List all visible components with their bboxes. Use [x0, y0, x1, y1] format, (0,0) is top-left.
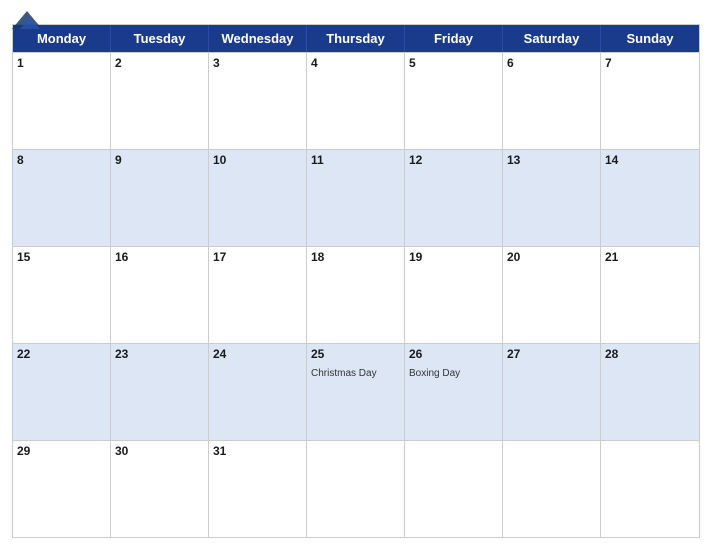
day-cell: 23 — [111, 344, 209, 440]
day-number: 31 — [213, 444, 302, 458]
day-cell: 8 — [13, 150, 111, 246]
day-cell: 11 — [307, 150, 405, 246]
day-cell: 17 — [209, 247, 307, 343]
calendar-grid: MondayTuesdayWednesdayThursdayFridaySatu… — [12, 24, 700, 538]
day-number: 27 — [507, 347, 596, 361]
day-number: 9 — [115, 153, 204, 167]
day-number: 4 — [311, 56, 400, 70]
event-label: Boxing Day — [409, 368, 460, 379]
day-cell: 30 — [111, 441, 209, 537]
day-cell: 19 — [405, 247, 503, 343]
calendar-container: MondayTuesdayWednesdayThursdayFridaySatu… — [0, 0, 712, 550]
day-cell: 14 — [601, 150, 699, 246]
day-number: 26 — [409, 347, 498, 361]
day-header-monday: Monday — [13, 25, 111, 52]
day-cell: 26 Boxing Day — [405, 344, 503, 440]
day-cell: 2 — [111, 53, 209, 149]
day-number: 7 — [605, 56, 695, 70]
day-cell: 9 — [111, 150, 209, 246]
day-header-saturday: Saturday — [503, 25, 601, 52]
week-row: 29 30 31 — [13, 440, 699, 537]
day-number: 15 — [17, 250, 106, 264]
weeks-container: 1234567891011121314151617181920212223242… — [13, 52, 699, 537]
day-cell — [601, 441, 699, 537]
day-cell — [307, 441, 405, 537]
day-header-friday: Friday — [405, 25, 503, 52]
day-cell: 28 — [601, 344, 699, 440]
day-cell: 29 — [13, 441, 111, 537]
day-cell: 10 — [209, 150, 307, 246]
day-cell: 13 — [503, 150, 601, 246]
day-cell: 7 — [601, 53, 699, 149]
day-number: 30 — [115, 444, 204, 458]
day-number: 2 — [115, 56, 204, 70]
day-number: 8 — [17, 153, 106, 167]
day-number: 1 — [17, 56, 106, 70]
day-header-tuesday: Tuesday — [111, 25, 209, 52]
day-cell: 12 — [405, 150, 503, 246]
day-cell: 24 — [209, 344, 307, 440]
week-row: 89 10 11 12 13 14 — [13, 149, 699, 246]
day-number: 18 — [311, 250, 400, 264]
day-number: 16 — [115, 250, 204, 264]
day-number: 17 — [213, 250, 302, 264]
day-cell: 18 — [307, 247, 405, 343]
day-number: 19 — [409, 250, 498, 264]
day-number: 24 — [213, 347, 302, 361]
day-header-thursday: Thursday — [307, 25, 405, 52]
logo — [12, 10, 42, 29]
day-number: 25 — [311, 347, 400, 361]
day-cell: 21 — [601, 247, 699, 343]
day-cell: 4 — [307, 53, 405, 149]
day-number: 13 — [507, 153, 596, 167]
day-cell: 31 — [209, 441, 307, 537]
week-row: 1234567 — [13, 52, 699, 149]
day-cell: 16 — [111, 247, 209, 343]
day-number: 14 — [605, 153, 695, 167]
week-row: 22 23 24 25 Christmas Day 26 Boxing Day 27 28 — [13, 343, 699, 440]
week-row: 15 16 17 18 19 20 21 — [13, 246, 699, 343]
day-cell — [405, 441, 503, 537]
day-header-wednesday: Wednesday — [209, 25, 307, 52]
day-cell: 6 — [503, 53, 601, 149]
day-cell: 25 Christmas Day — [307, 344, 405, 440]
day-number: 20 — [507, 250, 596, 264]
logo-icon — [12, 11, 42, 29]
calendar-header — [12, 10, 700, 18]
day-cell: 15 — [13, 247, 111, 343]
day-cell — [503, 441, 601, 537]
day-number: 29 — [17, 444, 106, 458]
day-cell: 20 — [503, 247, 601, 343]
day-cell: 27 — [503, 344, 601, 440]
day-number: 12 — [409, 153, 498, 167]
day-number: 21 — [605, 250, 695, 264]
day-cell: 3 — [209, 53, 307, 149]
day-cell: 22 — [13, 344, 111, 440]
day-number: 6 — [507, 56, 596, 70]
day-number: 23 — [115, 347, 204, 361]
day-number: 10 — [213, 153, 302, 167]
day-number: 22 — [17, 347, 106, 361]
event-label: Christmas Day — [311, 368, 377, 379]
day-number: 11 — [311, 153, 400, 167]
day-cell: 1 — [13, 53, 111, 149]
day-header-sunday: Sunday — [601, 25, 699, 52]
day-number: 28 — [605, 347, 695, 361]
day-number: 5 — [409, 56, 498, 70]
day-cell: 5 — [405, 53, 503, 149]
day-headers-row: MondayTuesdayWednesdayThursdayFridaySatu… — [13, 25, 699, 52]
day-number: 3 — [213, 56, 302, 70]
